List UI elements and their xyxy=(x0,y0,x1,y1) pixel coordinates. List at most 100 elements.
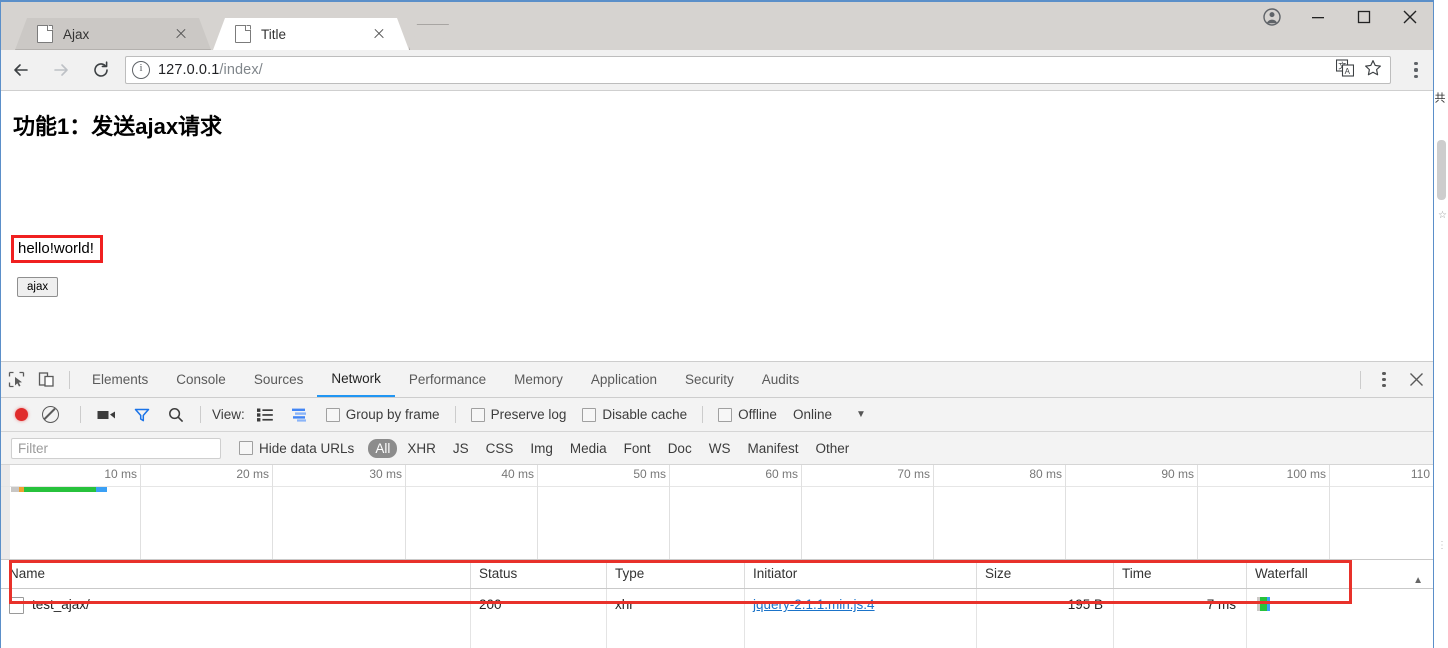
devtools-tab-bar: Elements Console Sources Network Perform… xyxy=(1,362,1433,398)
preserve-log-checkbox[interactable]: Preserve log xyxy=(463,407,575,422)
minimize-button[interactable] xyxy=(1295,2,1341,32)
filter-type-manifest[interactable]: Manifest xyxy=(740,439,805,458)
tab-audits[interactable]: Audits xyxy=(748,363,814,397)
cell-size: 195 B xyxy=(977,589,1114,620)
cell-status: 200 xyxy=(471,589,607,620)
browser-tab-title[interactable]: Title xyxy=(213,18,409,50)
cell-name[interactable]: test_ajax/ xyxy=(1,589,471,620)
toggle-device-toolbar-icon[interactable] xyxy=(31,362,61,397)
column-header-initiator[interactable]: Initiator xyxy=(745,560,977,588)
record-button[interactable] xyxy=(15,398,42,431)
tab-performance[interactable]: Performance xyxy=(395,363,500,397)
resource-type-filters: All XHR JS CSS Img Media Font Doc WS Man… xyxy=(368,438,856,458)
filter-type-other[interactable]: Other xyxy=(808,439,856,458)
column-header-status[interactable]: Status xyxy=(471,560,607,588)
filter-type-xhr[interactable]: XHR xyxy=(400,439,443,458)
filter-type-js[interactable]: JS xyxy=(446,439,476,458)
tab-strip: Ajax Title xyxy=(1,2,1433,50)
cell-type: xhr xyxy=(607,589,745,620)
address-bar[interactable]: i 127.0.0.1/index/ 文 A xyxy=(125,56,1391,84)
table-row[interactable]: test_ajax/ 200 xhr jquery-2.1.1.min.js:4… xyxy=(1,589,1433,620)
disable-cache-checkbox[interactable]: Disable cache xyxy=(574,407,695,422)
inspect-element-icon[interactable] xyxy=(1,362,31,397)
throttling-select[interactable]: Online xyxy=(793,407,832,422)
browser-toolbar: i 127.0.0.1/index/ 文 A xyxy=(1,50,1433,91)
browser-tab-ajax[interactable]: Ajax xyxy=(15,18,211,50)
cell-initiator[interactable]: jquery-2.1.1.min.js:4 xyxy=(745,589,977,620)
overview-request-bar xyxy=(11,487,107,492)
background-scrollbar-thumb xyxy=(1437,140,1446,200)
page-content: 功能1：发送ajax请求 hello!world! ajax xyxy=(1,91,1433,361)
tab-network[interactable]: Network xyxy=(317,363,395,397)
list-view-icon[interactable] xyxy=(245,398,282,431)
overview-tick-label: 50 ms xyxy=(633,467,666,481)
close-icon[interactable] xyxy=(371,26,387,42)
profile-icon[interactable] xyxy=(1249,2,1295,32)
tab-sources[interactable]: Sources xyxy=(240,363,318,397)
tab-memory[interactable]: Memory xyxy=(500,363,577,397)
forward-icon xyxy=(41,50,81,90)
tab-elements[interactable]: Elements xyxy=(78,363,162,397)
filter-input[interactable]: Filter xyxy=(11,437,221,459)
group-by-frame-checkbox[interactable]: Group by frame xyxy=(318,407,448,422)
offline-checkbox[interactable]: Offline xyxy=(710,407,785,422)
close-icon[interactable] xyxy=(173,26,189,42)
back-icon[interactable] xyxy=(1,50,41,90)
window-controls xyxy=(1249,2,1433,32)
filter-type-doc[interactable]: Doc xyxy=(661,439,699,458)
filter-type-media[interactable]: Media xyxy=(563,439,614,458)
filter-icon[interactable] xyxy=(125,398,159,431)
browser-menu-icon[interactable] xyxy=(1399,50,1433,90)
search-icon[interactable] xyxy=(159,398,193,431)
ajax-result-text: hello!world! xyxy=(11,235,103,263)
reload-icon[interactable] xyxy=(81,50,121,90)
address-bar-url: 127.0.0.1/index/ xyxy=(158,62,263,78)
bookmark-star-icon[interactable] xyxy=(1364,59,1382,82)
network-overview[interactable]: 10 ms 20 ms 30 ms 40 ms 50 ms 60 ms 70 m… xyxy=(1,465,1433,560)
table-row[interactable] xyxy=(1,620,1433,648)
devtools-menu-icon[interactable] xyxy=(1369,362,1399,397)
column-header-type[interactable]: Type xyxy=(607,560,745,588)
table-header-row: Name Status Type Initiator Size Time Wat… xyxy=(1,560,1433,589)
waterfall-view-icon[interactable] xyxy=(282,398,318,431)
column-header-time[interactable]: Time xyxy=(1114,560,1247,588)
column-header-waterfall[interactable]: Waterfall ▲ xyxy=(1247,560,1433,588)
tab-title: Ajax xyxy=(63,26,90,42)
overview-tick-label: 30 ms xyxy=(369,467,402,481)
column-header-name[interactable]: Name xyxy=(1,560,471,588)
overview-tick-label: 60 ms xyxy=(765,467,798,481)
cell-time: 7 ms xyxy=(1114,589,1247,620)
column-header-size[interactable]: Size xyxy=(977,560,1114,588)
new-tab-button[interactable] xyxy=(409,24,449,50)
overview-tick-label: 40 ms xyxy=(501,467,534,481)
chevron-down-icon[interactable]: ▼ xyxy=(856,409,866,420)
devtools-panel: Elements Console Sources Network Perform… xyxy=(1,361,1433,648)
filter-type-css[interactable]: CSS xyxy=(479,439,521,458)
filter-type-font[interactable]: Font xyxy=(617,439,658,458)
overview-tick-label: 100 ms xyxy=(1286,467,1326,481)
capture-screenshots-icon[interactable] xyxy=(88,398,125,431)
maximize-button[interactable] xyxy=(1341,2,1387,32)
cell-waterfall xyxy=(1247,589,1433,620)
ajax-button[interactable]: ajax xyxy=(17,277,59,297)
filter-type-all[interactable]: All xyxy=(368,438,398,458)
clear-button[interactable] xyxy=(42,398,73,431)
tab-console[interactable]: Console xyxy=(162,363,240,397)
network-request-table: Name Status Type Initiator Size Time Wat… xyxy=(1,560,1433,648)
info-icon[interactable]: i xyxy=(132,61,150,79)
overview-ticks: 10 ms 20 ms 30 ms 40 ms 50 ms 60 ms 70 m… xyxy=(1,465,1433,559)
overview-tick-label: 20 ms xyxy=(236,467,269,481)
tab-application[interactable]: Application xyxy=(577,363,671,397)
close-button[interactable] xyxy=(1387,2,1433,32)
hide-data-urls-checkbox[interactable]: Hide data URLs xyxy=(221,441,362,456)
background-star-icon: ☆ xyxy=(1438,210,1447,221)
filter-type-ws[interactable]: WS xyxy=(702,439,738,458)
page-title: 功能1：发送ajax请求 xyxy=(13,114,223,139)
filter-type-img[interactable]: Img xyxy=(523,439,560,458)
translate-icon[interactable]: 文 A xyxy=(1335,58,1355,82)
network-filter-bar: Filter Hide data URLs All XHR JS CSS Img… xyxy=(1,432,1433,465)
tab-security[interactable]: Security xyxy=(671,363,748,397)
page-favicon xyxy=(37,25,53,43)
waterfall-bar xyxy=(1257,597,1270,611)
devtools-close-icon[interactable] xyxy=(1399,362,1433,397)
